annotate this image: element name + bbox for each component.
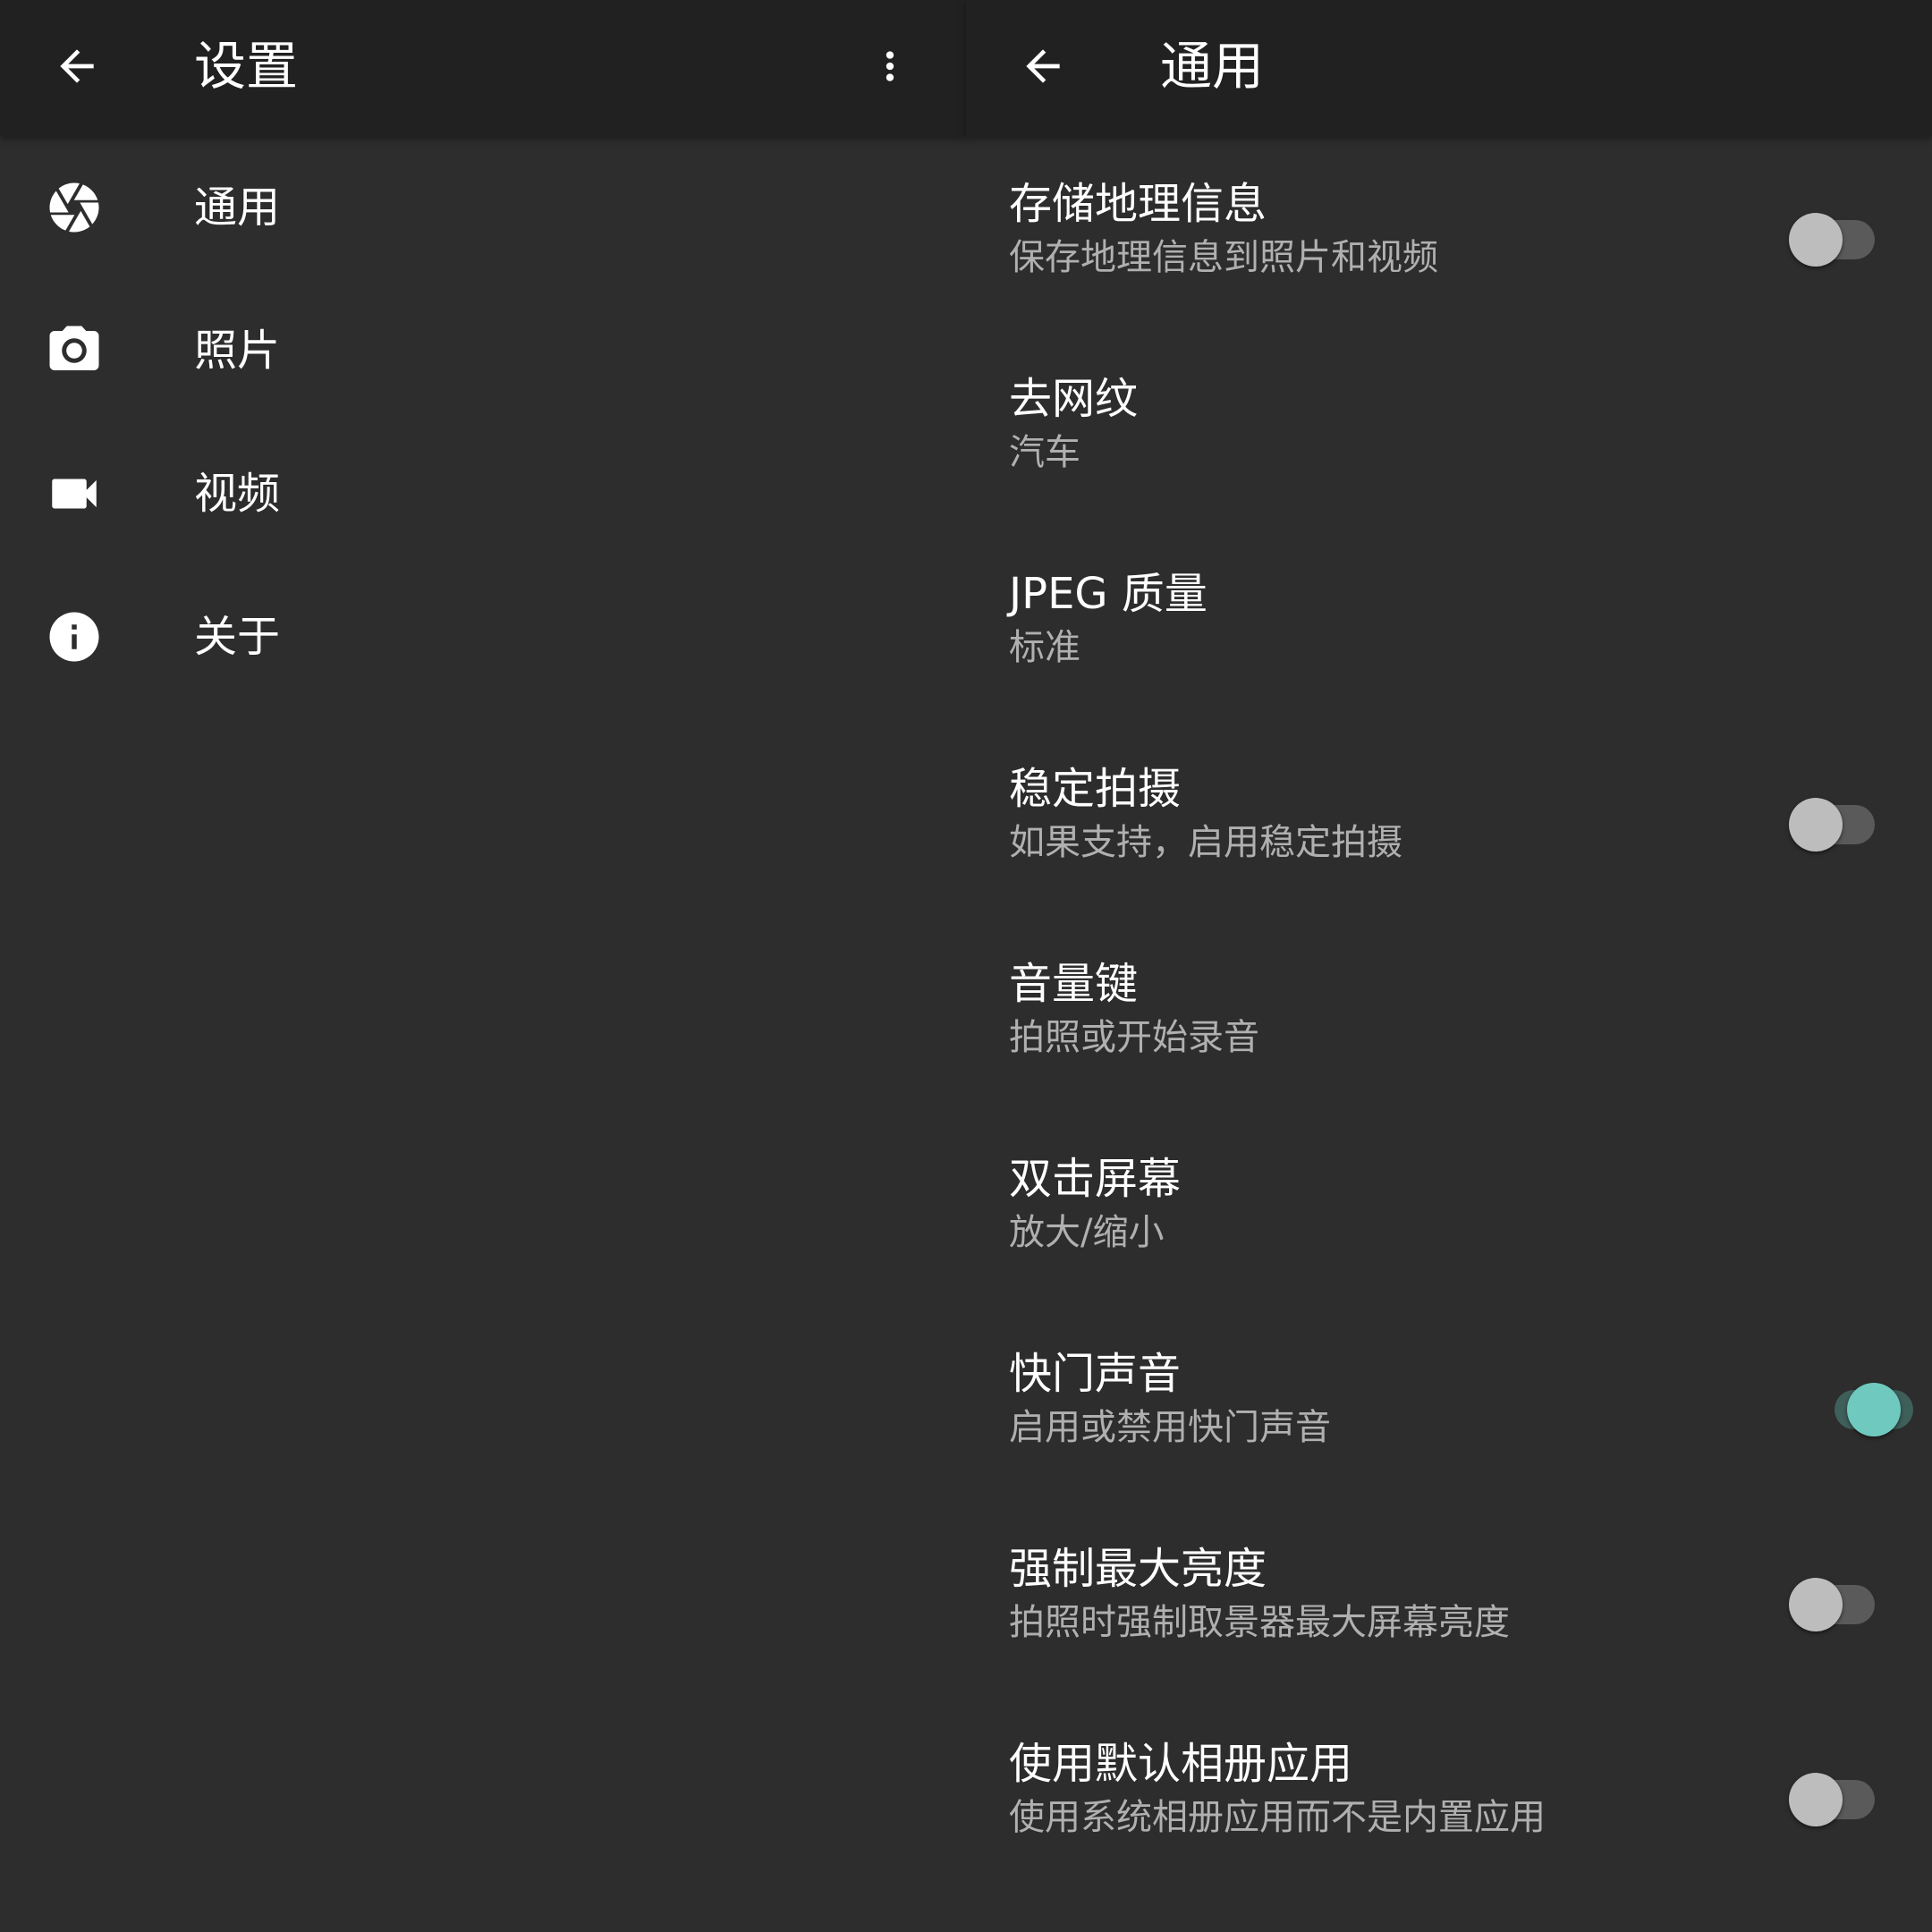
back-button[interactable] (1011, 34, 1075, 98)
pref-double-tap[interactable]: 双击屏幕 放大/缩小 (966, 1111, 1932, 1306)
pref-store-location[interactable]: 存储地理信息 保存地理信息到照片和视频 (966, 136, 1932, 331)
menu-item-photo[interactable]: 照片 (0, 279, 966, 422)
pref-summary: 保存地理信息到照片和视频 (1009, 237, 1438, 278)
pref-title: 稳定拍摄 (1009, 764, 1182, 814)
pref-summary: 如果支持，启用稳定拍摄 (1009, 822, 1402, 863)
menu-item-video[interactable]: 视频 (0, 422, 966, 565)
preference-list: 存储地理信息 保存地理信息到照片和视频 去网纹 汽车 JPEG 质量 标准 稳定… (966, 136, 1932, 1891)
settings-app-bar: 设置 (0, 0, 966, 136)
pref-summary: 放大/缩小 (1009, 1212, 1165, 1253)
general-settings-pane: 通用 存储地理信息 保存地理信息到照片和视频 去网纹 汽车 JPEG 质量 标准… (966, 0, 1932, 1932)
pref-title: 音量键 (1009, 959, 1139, 1009)
pref-shutter-sound[interactable]: 快门声音 启用或禁用快门声音 (966, 1306, 1932, 1501)
pref-summary: 拍照时强制取景器最大屏幕亮度 (1009, 1602, 1510, 1643)
arrow-back-icon (60, 49, 94, 83)
menu-item-general[interactable]: 通用 (0, 136, 966, 279)
max-brightness-switch[interactable] (1789, 1578, 1878, 1631)
pref-summary: 汽车 (1009, 432, 1080, 473)
menu-item-label: 通用 (194, 182, 281, 233)
arrow-back-icon (1026, 49, 1060, 83)
pref-title: 去网纹 (1009, 374, 1139, 424)
settings-pane: 设置 通用 照片 视频 关于 (0, 0, 966, 1932)
menu-item-label: 照片 (194, 326, 281, 376)
menu-item-about[interactable]: 关于 (0, 565, 966, 708)
pref-title: 使用默认相册应用 (1009, 1739, 1353, 1789)
general-app-bar: 通用 (966, 0, 1932, 136)
videocam-icon (52, 479, 97, 509)
pref-stabilization[interactable]: 稳定拍摄 如果支持，启用稳定拍摄 (966, 721, 1932, 916)
page-title: 通用 (1160, 36, 1265, 97)
pref-antibanding[interactable]: 去网纹 汽车 (966, 331, 1932, 526)
pref-jpeg-quality[interactable]: JPEG 质量 标准 (966, 526, 1932, 721)
default-gallery-switch[interactable] (1789, 1773, 1878, 1826)
page-title: 设置 (194, 36, 299, 97)
camera-icon (49, 326, 99, 370)
store-location-switch[interactable] (1789, 213, 1878, 267)
screen: 设置 通用 照片 视频 关于 通用 存储地理信息 保存地理信息到照片和视频 去网… (0, 0, 1932, 1932)
settings-menu: 通用 照片 视频 关于 (0, 136, 966, 708)
pref-title: 存储地理信息 (1009, 179, 1267, 229)
info-icon (49, 612, 99, 662)
shutter-sound-switch[interactable] (1811, 1383, 1913, 1436)
pref-volume-keys[interactable]: 音量键 拍照或开始录音 (966, 916, 1932, 1111)
aperture-icon (49, 182, 99, 233)
pref-max-brightness[interactable]: 强制最大亮度 拍照时强制取景器最大屏幕亮度 (966, 1501, 1932, 1696)
pref-summary: 启用或禁用快门声音 (1009, 1407, 1331, 1448)
more-options-button[interactable] (868, 34, 912, 98)
pref-summary: 标准 (1009, 627, 1080, 668)
back-button[interactable] (45, 34, 109, 98)
pref-title: 双击屏幕 (1009, 1154, 1182, 1204)
pref-default-gallery[interactable]: 使用默认相册应用 使用系统相册应用而不是内置应用 (966, 1696, 1932, 1891)
pref-summary: 使用系统相册应用而不是内置应用 (1009, 1797, 1546, 1838)
pref-title: 快门声音 (1009, 1349, 1182, 1399)
pref-title: 强制最大亮度 (1009, 1544, 1267, 1594)
stabilization-switch[interactable] (1789, 798, 1878, 852)
pref-title: JPEG 质量 (1009, 569, 1208, 619)
more-vert-icon (886, 51, 894, 81)
menu-item-label: 视频 (194, 469, 281, 519)
menu-item-label: 关于 (194, 612, 281, 662)
pref-summary: 拍照或开始录音 (1009, 1017, 1259, 1058)
